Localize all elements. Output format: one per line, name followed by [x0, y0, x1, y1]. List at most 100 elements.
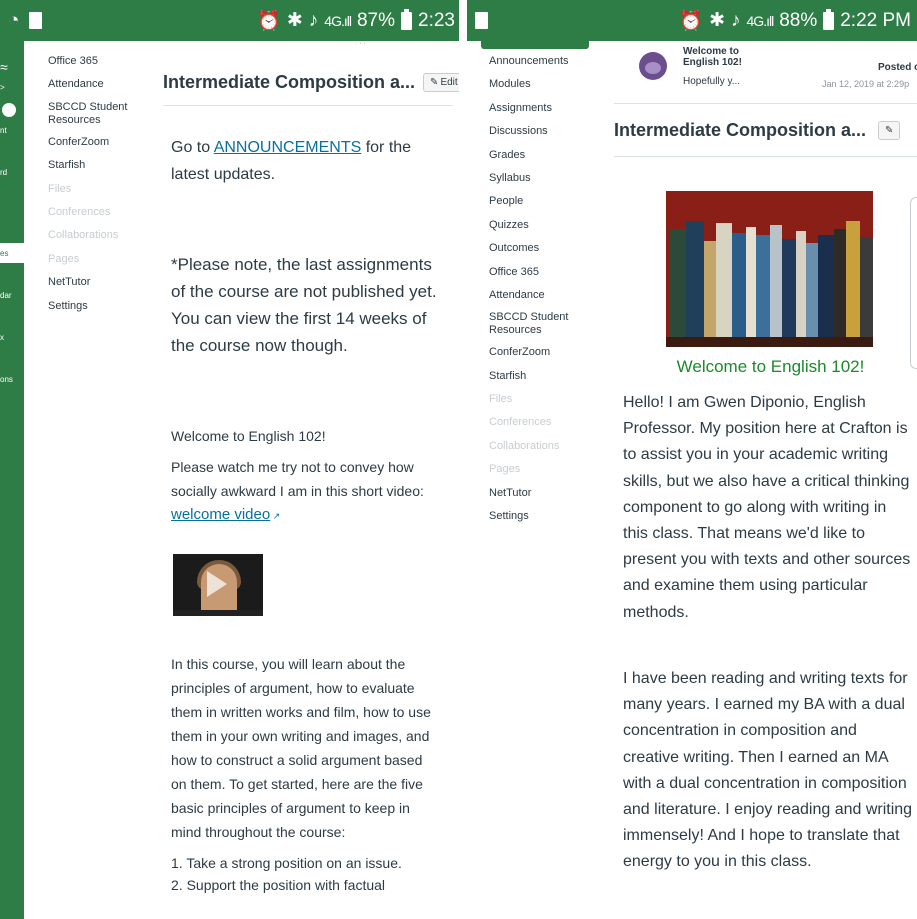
course-nav-item-starfish[interactable]: Starfish: [489, 365, 599, 388]
course-nav-item-sbccd-student-resources[interactable]: SBCCD Student Resources: [48, 97, 158, 131]
principles-list: 1. Take a strong position on an issue. 2…: [171, 852, 436, 896]
watch-text: Please watch me try not to convey how so…: [171, 459, 424, 499]
shelf: [666, 337, 873, 347]
course-nav-item-sbccd-student-resources[interactable]: SBCCD Student Resources: [489, 307, 599, 341]
battery-icon: [401, 8, 413, 30]
edit-button[interactable]: ✎ Edit: [423, 73, 459, 92]
course-nav-item-nettutor[interactable]: NetTutor: [489, 482, 599, 505]
course-nav-item-office-365[interactable]: Office 365: [489, 261, 599, 284]
page-title: Intermediate Composition a...: [163, 72, 416, 92]
account-avatar[interactable]: [2, 103, 16, 117]
course-nav-item-conferzoom[interactable]: ConferZoom: [48, 131, 158, 154]
announcement-title-line2: English 102!: [683, 57, 742, 68]
page-header: Intermediate Composition a... ✎ Edit: [163, 72, 459, 93]
clock: 2:23: [418, 9, 455, 31]
panel-gap: [459, 0, 467, 919]
welcome-video-link[interactable]: welcome video: [171, 506, 270, 523]
global-nav-calendar[interactable]: dar: [0, 291, 24, 300]
page-title: Intermediate Composition a...: [614, 120, 867, 140]
play-icon: [207, 571, 227, 597]
course-nav-item-collaborations: Collaborations: [489, 439, 560, 452]
course-nav-item-attendance[interactable]: Attendance: [489, 284, 599, 307]
course-nav-item-settings[interactable]: Settings: [489, 505, 599, 528]
course-nav-item-syllabus[interactable]: Syllabus: [489, 167, 599, 190]
alarm-icon: ⏰: [679, 10, 704, 32]
video-progress-bar: [173, 610, 263, 616]
announcements-link[interactable]: ANNOUNCEMENTS: [214, 139, 362, 156]
battery-percent: 87%: [356, 9, 396, 31]
video-thumbnail[interactable]: [173, 554, 263, 616]
nav-tab-edge: [481, 41, 589, 49]
intro-text: Hello! I am Gwen Diponio, English Profes…: [623, 394, 911, 621]
course-nav-item-pages: Pages: [489, 463, 521, 476]
status-bar: ◔ ⏰ ✱ ♪ 4G.ıll 87% 2:23: [0, 0, 459, 41]
pencil-icon: ✎: [885, 125, 894, 136]
course-nav-item-attendance[interactable]: Attendance: [48, 73, 158, 96]
logo-icon: ≈: [0, 59, 8, 75]
book: [806, 243, 818, 337]
intro-paragraph: Hello! I am Gwen Diponio, English Profes…: [623, 390, 913, 626]
course-nav-item-collaborations: Collaborations: [48, 229, 119, 242]
course-intro: In this course, you will learn about the…: [171, 652, 436, 896]
announcement-avatar: [639, 52, 667, 80]
header-divider: [163, 105, 453, 106]
announcement-title-line1: Welcome to: [683, 46, 739, 57]
principle-item: 2. Support the position with factual: [171, 877, 386, 893]
course-nav-item-starfish[interactable]: Starfish: [48, 154, 158, 177]
book: [818, 235, 834, 337]
side-card-edge: [910, 197, 917, 369]
global-nav-courses[interactable]: es: [0, 243, 24, 263]
note-text: *Please note, the last assignments of th…: [171, 255, 437, 355]
course-nav-item-conferences: Conferences: [489, 416, 552, 429]
unpublished-note: *Please note, the last assignments of th…: [171, 251, 439, 359]
left-screenshot-panel: ◔ ⏰ ✱ ♪ 4G.ıll 87% 2:23 ≈ > nt rd es dar…: [0, 0, 459, 919]
course-nav-item-nettutor[interactable]: NetTutor: [48, 271, 158, 294]
course-nav-item-modules[interactable]: Modules: [489, 73, 599, 96]
book: [846, 221, 860, 337]
global-nav: ≈ > nt rd es dar x ons: [0, 41, 24, 919]
collapse-icon[interactable]: >: [0, 83, 24, 92]
book: [782, 239, 796, 337]
welcome-heading: Welcome to English 102!: [676, 357, 865, 376]
book: [834, 229, 846, 337]
course-nav-item-pages: Pages: [48, 252, 80, 265]
global-nav-courses-label: es: [0, 249, 9, 258]
bookshelf-image: [666, 191, 873, 347]
global-nav-dashboard[interactable]: rd: [0, 168, 24, 177]
book: [686, 221, 704, 337]
course-nav-item-discussions[interactable]: Discussions: [489, 120, 599, 143]
posted-date: Jan 12, 2019 at 2:29p: [822, 79, 910, 89]
book: [716, 223, 732, 337]
course-nav-item-outcomes[interactable]: Outcomes: [489, 237, 599, 260]
announcement-title[interactable]: Welcome to English 102!: [683, 46, 742, 68]
pencil-icon: ✎: [430, 77, 439, 88]
course-nav-item-conferzoom[interactable]: ConferZoom: [489, 341, 599, 364]
course-nav-item-people[interactable]: People: [489, 190, 599, 213]
posted-label: Posted o: [878, 62, 917, 73]
course-nav-item-settings[interactable]: Settings: [48, 295, 158, 318]
global-nav-inbox[interactable]: x: [0, 333, 24, 342]
course-nav-item-assignments[interactable]: Assignments: [489, 97, 599, 120]
battery-icon: [823, 8, 835, 30]
signal-icon: 4G.ıll: [324, 12, 352, 29]
course-nav-item-office-365[interactable]: Office 365: [48, 50, 158, 73]
background-text: I have been reading and writing texts fo…: [623, 670, 913, 871]
course-nav-item-announcements[interactable]: Announcements: [489, 50, 599, 73]
edit-button[interactable]: ✎: [878, 121, 901, 140]
course-nav-item-quizzes[interactable]: Quizzes: [489, 214, 599, 237]
course-nav-item-grades[interactable]: Grades: [489, 144, 599, 167]
book: [670, 229, 686, 337]
book: [732, 233, 746, 337]
bluetooth-icon: ✱: [709, 10, 726, 31]
book: [860, 237, 873, 337]
course-nav-item-files: Files: [48, 182, 72, 195]
background-paragraph: I have been reading and writing texts fo…: [623, 666, 913, 876]
global-nav-account[interactable]: nt: [0, 126, 24, 135]
global-nav-commons[interactable]: ons: [0, 375, 24, 384]
truncated-date: · · ·: [355, 40, 366, 47]
book: [770, 225, 782, 337]
clock: 2:22 PM: [840, 9, 911, 31]
mute-icon: ♪: [731, 9, 741, 31]
sd-card-icon: [29, 12, 43, 29]
battery-percent: 88%: [779, 9, 818, 31]
